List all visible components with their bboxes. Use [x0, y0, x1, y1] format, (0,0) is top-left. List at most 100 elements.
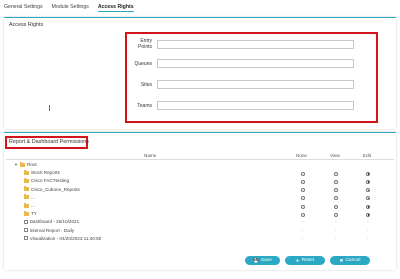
tree-item[interactable]: Cisco_Cubone_Reports	[24, 186, 80, 192]
expand-toggle-icon[interactable]: ▼	[14, 162, 18, 167]
column-name: Name	[144, 153, 157, 158]
save-button[interactable]: 💾 Save	[245, 256, 280, 265]
empty-cell-dash: -	[302, 227, 304, 233]
save-label: Save	[260, 258, 272, 263]
close-icon: ✖	[339, 257, 344, 263]
tree-item-label: TY	[31, 211, 37, 217]
radio-none[interactable]	[301, 188, 305, 193]
column-view: View	[330, 153, 340, 158]
permissions-table-header: Name None View Edit	[6, 152, 394, 160]
radio-edit[interactable]	[366, 179, 370, 184]
tree-item[interactable]: Cisco FACTtesting	[24, 177, 70, 184]
folder-icon	[24, 186, 29, 192]
radio-none[interactable]	[301, 204, 305, 209]
sites-label: Sites	[140, 81, 152, 88]
reset-label: Reset	[301, 258, 315, 263]
tree-item-label: ...	[31, 194, 35, 200]
tree-item[interactable]: ▼ Root	[14, 161, 37, 167]
tree-row: ...	[0, 194, 400, 202]
tree-item[interactable]: TY	[24, 210, 37, 217]
radio-none[interactable]	[301, 196, 305, 201]
radio-edit[interactable]	[366, 188, 370, 193]
empty-cell-dash: -	[302, 219, 304, 225]
entry-points-label: Entry Points	[138, 38, 152, 50]
document-icon	[24, 227, 28, 233]
folder-icon	[24, 169, 29, 175]
empty-cell-dash: -	[302, 235, 304, 241]
teams-field[interactable]	[157, 101, 354, 110]
radio-edit[interactable]	[366, 204, 370, 209]
cancel-label: Cancel	[345, 258, 361, 263]
tree-item-label: Stock Reports	[31, 170, 60, 176]
radio-none[interactable]	[301, 179, 305, 184]
empty-cell-dash: -	[335, 227, 337, 233]
document-icon	[24, 219, 28, 225]
tab-module-settings[interactable]: Module Settings	[52, 3, 89, 12]
radio-view[interactable]	[334, 188, 338, 193]
empty-cell-dash: -	[367, 227, 369, 233]
tree-item-label: ...	[31, 203, 35, 208]
empty-cell-dash: -	[367, 219, 369, 225]
settings-tabs: General Settings Module Settings Access …	[4, 3, 134, 12]
folder-icon	[20, 161, 25, 167]
tree-row: ...	[0, 202, 400, 210]
tree-row: Cisco FACTtesting	[0, 177, 400, 185]
teams-row: Teams	[127, 101, 354, 110]
reset-button[interactable]: ➤ Reset	[285, 256, 325, 265]
sites-field[interactable]	[157, 80, 354, 89]
radio-edit[interactable]	[366, 212, 370, 217]
tree-item[interactable]: Dashboard - 25/10/2021	[24, 219, 79, 224]
text-cursor-icon	[49, 105, 50, 111]
tree-item[interactable]: Interval Report - Daily	[24, 228, 74, 233]
tree-row: Stock Reports	[0, 169, 400, 177]
tree-item-label: Visualization - 04/20/2023 11:40:50	[29, 235, 102, 241]
radio-none[interactable]	[301, 171, 305, 176]
cancel-button[interactable]: ✖ Cancel	[330, 256, 370, 265]
queues-field[interactable]	[157, 59, 354, 68]
tree-item[interactable]: Visualization - 04/20/2023 11:40:50	[24, 236, 101, 241]
entry-points-field[interactable]	[157, 39, 354, 49]
empty-cell-dash: -	[335, 219, 337, 225]
sites-row: Sites	[127, 80, 354, 89]
radio-edit[interactable]	[366, 196, 370, 201]
folder-icon	[24, 210, 29, 216]
radio-view[interactable]	[334, 179, 338, 184]
tree-row: Dashboard - 25/10/2021 - - -	[0, 219, 400, 226]
radio-view[interactable]	[334, 212, 338, 217]
tree-item-label: Cisco FACTtesting	[31, 178, 70, 184]
teams-label: Teams	[137, 102, 152, 109]
folder-icon	[24, 177, 29, 183]
radio-none[interactable]	[301, 212, 305, 217]
save-icon: 💾	[253, 257, 259, 263]
tree-row: Cisco_Cubone_Reports	[0, 186, 400, 194]
tree-item[interactable]: ...	[24, 194, 35, 200]
access-rights-title: Access Rights	[9, 22, 44, 28]
column-none: None	[296, 153, 307, 158]
document-icon	[24, 236, 28, 241]
radio-edit[interactable]	[366, 171, 370, 176]
folder-icon	[24, 194, 29, 200]
empty-cell-dash: -	[335, 235, 337, 241]
radio-view[interactable]	[334, 204, 338, 209]
tree-row: TY	[0, 210, 400, 218]
empty-cell-dash: -	[367, 235, 369, 241]
reset-icon: ➤	[295, 257, 300, 263]
entry-points-row: Entry Points	[127, 38, 354, 50]
tree-row: Interval Report - Daily - - -	[0, 228, 400, 235]
tab-general-settings[interactable]: General Settings	[4, 3, 43, 12]
radio-view[interactable]	[334, 196, 338, 201]
tree-item-label: Dashboard - 25/10/2021	[29, 219, 80, 225]
tree-item-label: Root	[27, 162, 37, 167]
tree-item-label: Cisco_Cubone_Reports	[31, 186, 80, 192]
tree-item[interactable]: ...	[24, 202, 35, 208]
tree-item[interactable]: Stock Reports	[24, 169, 60, 176]
tree-row: Visualization - 04/20/2023 11:40:50 - - -	[0, 236, 400, 243]
folder-icon	[24, 202, 29, 208]
column-edit: Edit	[363, 153, 371, 158]
queues-row: Queues	[127, 59, 354, 68]
tree-row: ▼ Root	[0, 161, 400, 169]
tab-access-rights[interactable]: Access Rights	[97, 3, 134, 12]
radio-view[interactable]	[334, 171, 338, 176]
tree-item-label: Interval Report - Daily	[29, 227, 75, 233]
queues-label: Queues	[134, 60, 152, 67]
